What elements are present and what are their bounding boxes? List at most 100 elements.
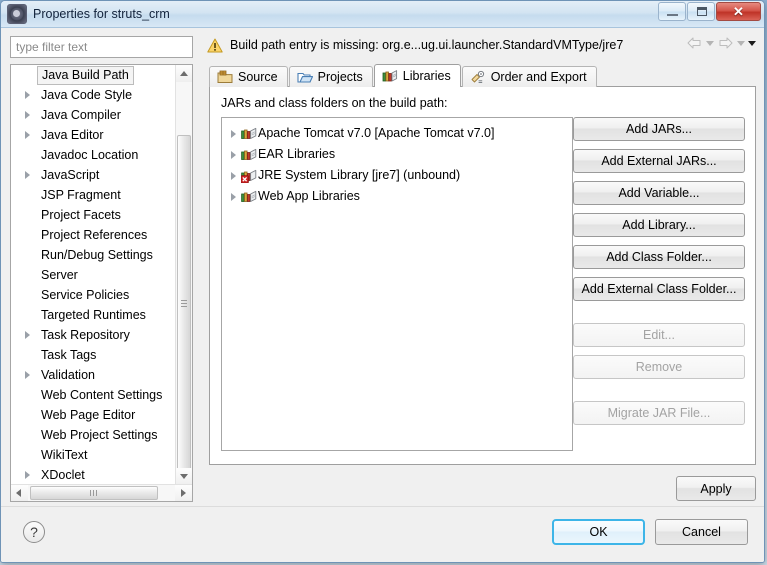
library-error-icon <box>240 168 257 184</box>
warning-icon <box>207 38 223 53</box>
tab-bar: Source Projects Libraries Order and Expo… <box>209 64 764 87</box>
sidebar-item-javadoc-location[interactable]: Javadoc Location <box>11 145 175 165</box>
add-external-jars-button[interactable]: Add External JARs... <box>573 149 745 173</box>
tab-label: Projects <box>317 70 363 84</box>
tab-label: Order and Export <box>490 70 587 84</box>
list-label: JARs and class folders on the build path… <box>221 96 448 110</box>
sidebar-item-task-repository[interactable]: Task Repository <box>11 325 175 345</box>
sidebar-item-label: Service Policies <box>41 288 130 302</box>
chevron-right-icon[interactable] <box>231 193 236 201</box>
sidebar-item-label: Validation <box>41 368 95 382</box>
chevron-right-icon[interactable] <box>25 131 30 139</box>
sidebar-item-task-tags[interactable]: Task Tags <box>11 345 175 365</box>
projects-folder-icon <box>297 70 313 84</box>
forward-dropdown-icon[interactable] <box>737 40 745 46</box>
libraries-tab-panel: JARs and class folders on the build path… <box>209 86 756 465</box>
build-path-list[interactable]: Apache Tomcat v7.0 [Apache Tomcat v7.0] <box>221 117 573 451</box>
tab-order-and-export[interactable]: Order and Export <box>461 66 597 87</box>
sidebar-item-service-policies[interactable]: Service Policies <box>11 285 175 305</box>
maximize-icon <box>697 7 707 16</box>
tab-libraries[interactable]: Libraries <box>373 64 461 87</box>
add-external-class-folder-button[interactable]: Add External Class Folder... <box>573 277 745 301</box>
sidebar-item-label: Web Page Editor <box>41 408 136 422</box>
forward-arrow-icon[interactable] <box>717 36 734 50</box>
ok-button[interactable]: OK <box>552 519 645 545</box>
library-icon <box>241 147 257 162</box>
back-dropdown-icon[interactable] <box>706 40 714 46</box>
chevron-right-icon[interactable] <box>231 151 236 159</box>
library-icon <box>241 126 257 141</box>
sidebar-item-wikitext[interactable]: WikiText <box>11 445 175 465</box>
footer-buttons: OK Cancel <box>552 519 748 545</box>
chevron-right-icon[interactable] <box>25 371 30 379</box>
apply-button[interactable]: Apply <box>676 476 756 501</box>
chevron-right-icon[interactable] <box>25 111 30 119</box>
sidebar-item-web-page-editor[interactable]: Web Page Editor <box>11 405 175 425</box>
back-arrow-icon[interactable] <box>686 36 703 50</box>
sidebar-item-label: Java Compiler <box>41 108 121 122</box>
sidebar-item-label: Project Facets <box>41 208 121 222</box>
chevron-right-icon[interactable] <box>231 172 236 180</box>
settings-tree[interactable]: Java Build Path Java Code Style Java Com… <box>10 64 193 502</box>
sidebar-item-java-compiler[interactable]: Java Compiler <box>11 105 175 125</box>
close-button[interactable]: ✕ <box>716 2 761 21</box>
sidebar-item-web-content-settings[interactable]: Web Content Settings <box>11 385 175 405</box>
sidebar-item-label: Targeted Runtimes <box>41 308 146 322</box>
sidebar-item-project-references[interactable]: Project References <box>11 225 175 245</box>
sidebar-item-run-debug-settings[interactable]: Run/Debug Settings <box>11 245 175 265</box>
scroll-left-button[interactable] <box>11 485 28 501</box>
remove-button: Remove <box>573 355 745 379</box>
sidebar-horizontal-scrollbar[interactable] <box>11 484 192 501</box>
list-item[interactable]: EAR Libraries <box>222 144 572 165</box>
list-item[interactable]: Apache Tomcat v7.0 [Apache Tomcat v7.0] <box>222 123 572 144</box>
order-export-icon <box>470 70 486 84</box>
chevron-right-icon[interactable] <box>25 331 30 339</box>
chevron-right-icon[interactable] <box>25 91 30 99</box>
sidebar-item-label: Web Content Settings <box>41 388 163 402</box>
cancel-button[interactable]: Cancel <box>655 519 748 545</box>
scroll-right-button[interactable] <box>175 485 192 501</box>
sidebar-item-server[interactable]: Server <box>11 265 175 285</box>
add-jars-button[interactable]: Add JARs... <box>573 117 745 141</box>
source-folder-icon <box>217 70 233 84</box>
sidebar-item-java-build-path[interactable]: Java Build Path <box>11 65 175 85</box>
sidebar-item-targeted-runtimes[interactable]: Targeted Runtimes <box>11 305 175 325</box>
sidebar-item-label: XDoclet <box>41 468 85 482</box>
add-library-button[interactable]: Add Library... <box>573 213 745 237</box>
sidebar-item-java-editor[interactable]: Java Editor <box>11 125 175 145</box>
filter-input[interactable] <box>10 36 193 58</box>
apply-row: Apply <box>676 476 756 501</box>
list-item[interactable]: JRE System Library [jre7] (unbound) <box>222 165 572 186</box>
add-variable-button[interactable]: Add Variable... <box>573 181 745 205</box>
tab-projects[interactable]: Projects <box>288 66 373 87</box>
sidebar-item-label: Java Build Path <box>37 66 134 85</box>
sidebar-item-label: Task Repository <box>41 328 130 342</box>
list-item[interactable]: Web App Libraries <box>222 186 572 207</box>
vertical-scroll-thumb[interactable] <box>177 135 191 473</box>
horizontal-scroll-thumb[interactable] <box>30 486 158 500</box>
sidebar-item-java-code-style[interactable]: Java Code Style <box>11 85 175 105</box>
chevron-right-icon[interactable] <box>25 471 30 479</box>
sidebar-item-label: Web Project Settings <box>41 428 158 442</box>
scroll-down-button[interactable] <box>176 468 192 485</box>
sidebar-item-jsp-fragment[interactable]: JSP Fragment <box>11 185 175 205</box>
sidebar-item-javascript[interactable]: JavaScript <box>11 165 175 185</box>
scroll-up-button[interactable] <box>176 65 192 82</box>
sidebar-item-web-project-settings[interactable]: Web Project Settings <box>11 425 175 445</box>
sidebar-item-project-facets[interactable]: Project Facets <box>11 205 175 225</box>
sidebar-item-label: JavaScript <box>41 168 100 182</box>
tab-source[interactable]: Source <box>209 66 288 87</box>
maximize-button[interactable] <box>687 2 715 21</box>
sidebar-item-xdoclet[interactable]: XDoclet <box>11 465 175 485</box>
sidebar-item-validation[interactable]: Validation <box>11 365 175 385</box>
help-icon[interactable]: ? <box>23 521 45 543</box>
add-class-folder-button[interactable]: Add Class Folder... <box>573 245 745 269</box>
chevron-right-icon[interactable] <box>25 171 30 179</box>
view-menu-icon[interactable] <box>748 40 756 46</box>
sidebar-item-label: Task Tags <box>41 348 97 362</box>
minimize-button[interactable] <box>658 2 686 21</box>
chevron-right-icon[interactable] <box>231 130 236 138</box>
sidebar-vertical-scrollbar[interactable] <box>175 65 192 485</box>
settings-tree-items: Java Build Path Java Code Style Java Com… <box>11 65 175 485</box>
sidebar-item-label: WikiText <box>41 448 88 462</box>
